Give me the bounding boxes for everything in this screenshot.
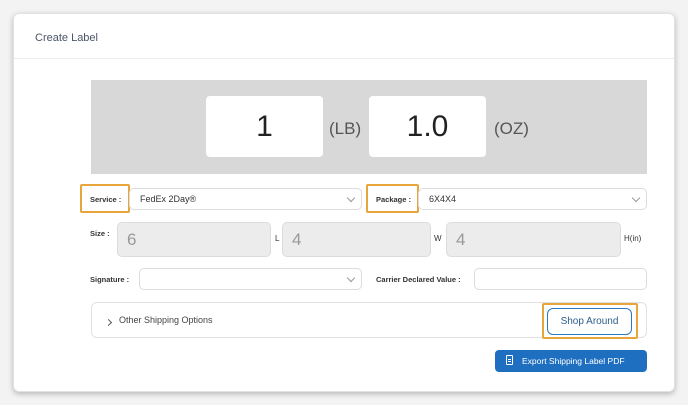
chevron-down-icon	[346, 193, 356, 203]
weight-oz-unit: (OZ)	[494, 119, 529, 138]
weight-panel: 1 (LB) 1.0 (OZ)	[91, 80, 647, 174]
chevron-down-icon	[631, 193, 641, 203]
weight-lb-unit: (LB)	[329, 119, 362, 138]
service-value: FedEx 2Day®	[140, 194, 197, 204]
file-icon	[506, 355, 513, 365]
width-input[interactable]: 4	[282, 222, 431, 257]
height-input[interactable]: 4	[446, 222, 621, 257]
other-shipping-options-label: Other Shipping Options	[119, 315, 213, 325]
declared-value-input[interactable]	[474, 268, 647, 290]
chevron-down-icon	[346, 273, 356, 283]
export-shipping-label-pdf-button[interactable]: Export Shipping Label PDF	[495, 350, 647, 372]
length-input[interactable]: 6	[117, 222, 271, 257]
height-unit: H(in)	[624, 234, 642, 243]
card-header: Create Label	[14, 14, 674, 59]
package-label: Package :	[376, 195, 412, 204]
signature-select[interactable]	[139, 268, 362, 290]
service-select[interactable]: FedEx 2Day®	[129, 188, 362, 210]
size-label: Size :	[90, 229, 110, 238]
shop-around-button[interactable]: Shop Around	[547, 308, 632, 335]
package-value: 6X4X4	[429, 194, 457, 204]
card-title: Create Label	[35, 32, 98, 44]
package-select[interactable]: 6X4X4	[418, 188, 647, 210]
export-button-label: Export Shipping Label PDF	[522, 356, 625, 366]
width-unit: W	[434, 234, 442, 243]
chevron-right-icon	[104, 318, 113, 327]
signature-label: Signature :	[90, 275, 130, 284]
declared-value-label: Carrier Declared Value :	[376, 275, 461, 284]
weight-oz-input[interactable]: 1.0	[369, 96, 486, 157]
service-label: Service :	[90, 195, 122, 204]
weight-lb-input[interactable]: 1	[206, 96, 323, 157]
length-unit: L	[275, 234, 280, 243]
